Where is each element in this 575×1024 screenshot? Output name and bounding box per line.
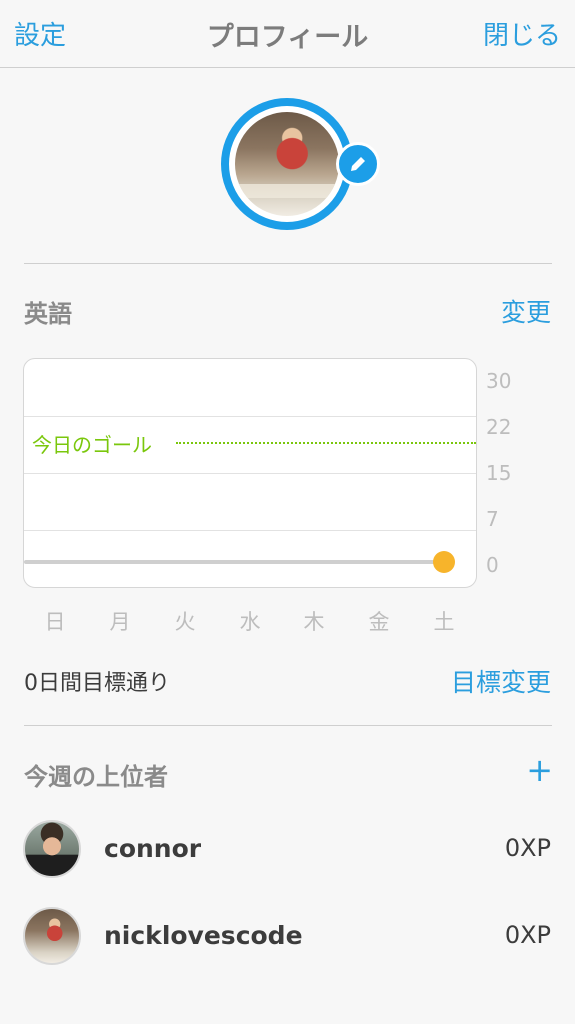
x-tick: 水: [239, 610, 261, 634]
nav-bar: 設定 プロフィール 閉じる: [0, 0, 575, 68]
y-tick: 0: [486, 553, 499, 577]
add-friend-button[interactable]: +: [526, 754, 553, 786]
grid-line: [24, 416, 476, 417]
x-tick: 火: [174, 610, 196, 634]
x-tick: 月: [109, 610, 131, 634]
grid-line: [24, 473, 476, 474]
grid-line: [24, 530, 476, 531]
divider: [24, 725, 552, 726]
y-tick: 22: [486, 415, 512, 439]
today-point: [433, 551, 455, 573]
avatar-photo: [235, 112, 339, 216]
edit-avatar-button[interactable]: [336, 142, 380, 186]
close-button[interactable]: 閉じる: [483, 15, 561, 52]
avatar: [23, 907, 81, 965]
goal-line: [176, 442, 476, 444]
change-goal-button[interactable]: 目標変更: [451, 663, 551, 699]
user-name: nicklovescode: [104, 921, 303, 950]
profile-avatar[interactable]: [221, 98, 353, 230]
progress-line: [24, 560, 440, 564]
goal-label: 今日のゴール: [32, 433, 152, 457]
language-title: 英語: [24, 300, 72, 328]
y-tick: 30: [486, 369, 512, 393]
divider: [24, 263, 552, 264]
change-language-button[interactable]: 変更: [501, 293, 551, 329]
x-tick: 日: [44, 610, 66, 634]
leaders-title: 今週の上位者: [24, 763, 168, 791]
pencil-icon: [351, 155, 367, 171]
progress-chart: 今日のゴール: [23, 358, 477, 588]
y-tick: 15: [486, 461, 512, 485]
y-tick: 7: [486, 507, 499, 531]
leaderboard-row[interactable]: nicklovescode 0XP: [0, 907, 575, 977]
x-tick: 木: [303, 610, 325, 634]
x-tick: 金: [368, 610, 390, 634]
leaderboard-row[interactable]: connor 0XP: [0, 820, 575, 890]
x-tick: 土: [433, 610, 455, 634]
streak-text: 0日間目標通り: [24, 671, 170, 696]
user-xp: 0XP: [504, 834, 551, 862]
avatar: [23, 820, 81, 878]
user-xp: 0XP: [504, 921, 551, 949]
user-name: connor: [104, 834, 202, 863]
